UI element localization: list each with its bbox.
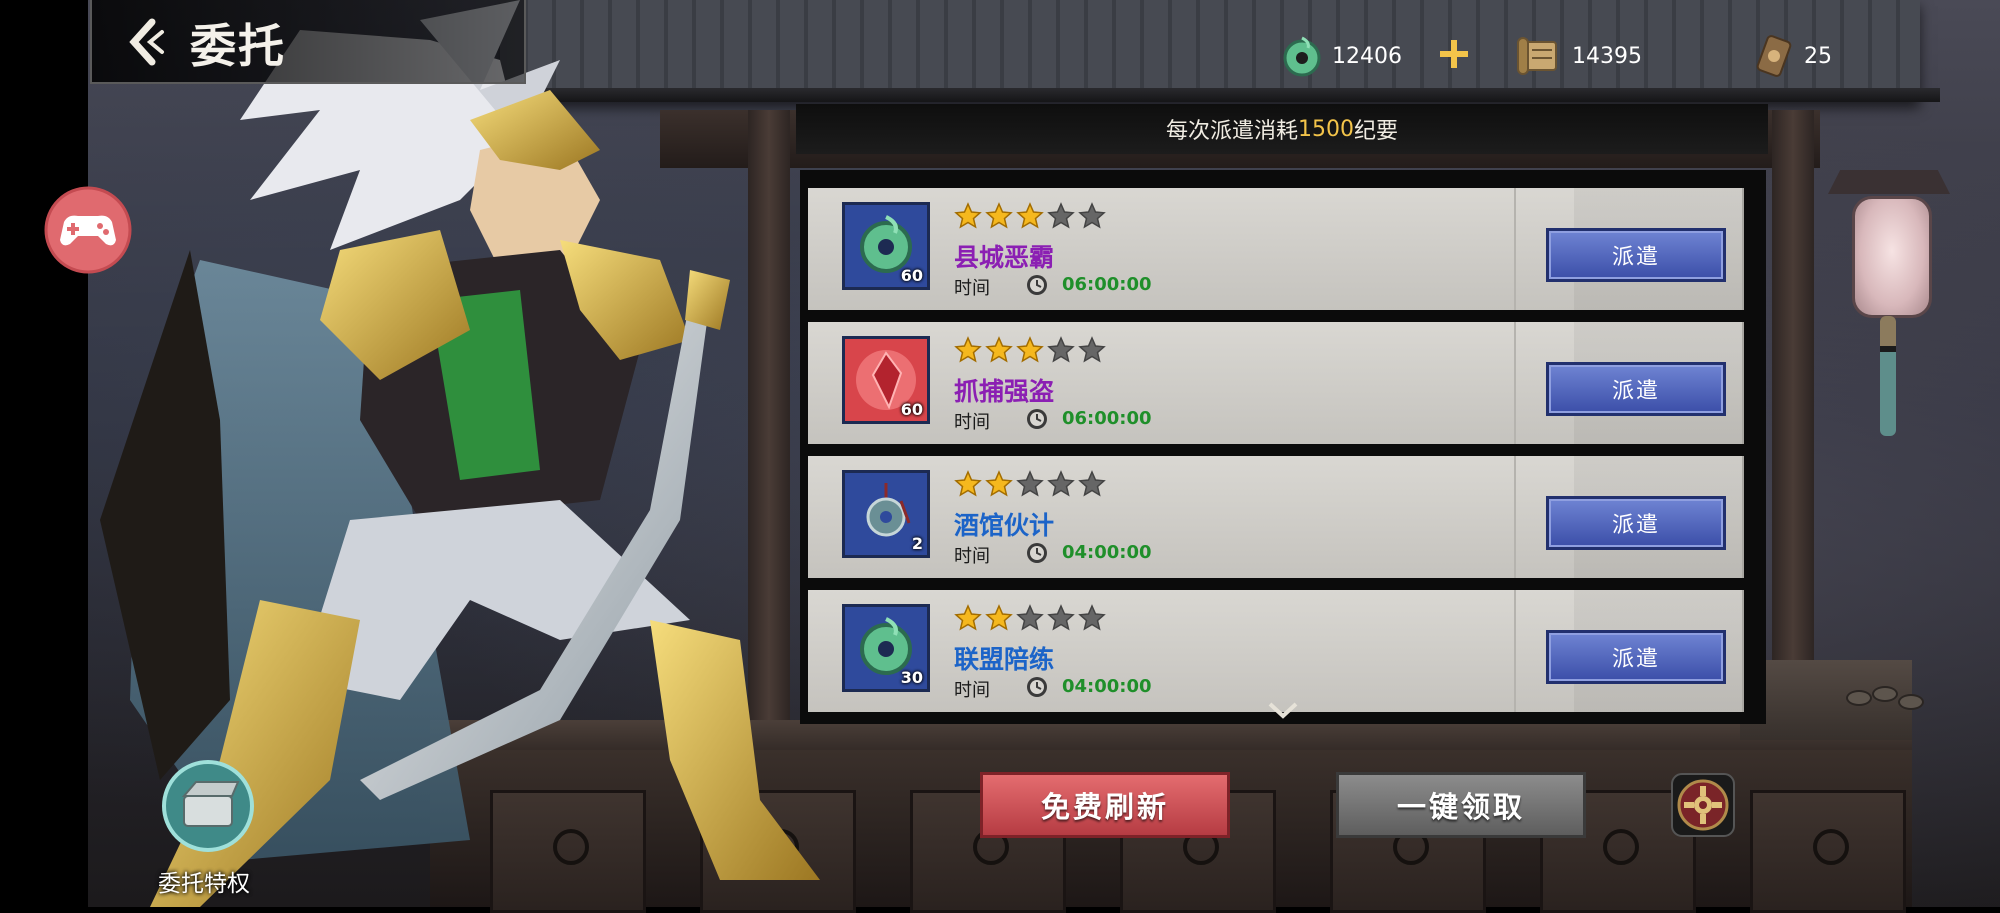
star-empty-icon <box>1047 470 1075 497</box>
lantern <box>1852 196 1932 318</box>
page-title: 委托 <box>190 19 286 73</box>
star-filled-icon <box>985 336 1013 363</box>
free-refresh-button[interactable]: 免费刷新 <box>980 772 1230 838</box>
currency-token: 25 <box>1752 34 1832 78</box>
duration-value: 04:00:00 <box>1062 676 1152 697</box>
star-filled-icon <box>1016 336 1044 363</box>
time-label: 时间 <box>954 680 990 701</box>
dispatch-button[interactable]: 派遣 <box>1546 496 1726 550</box>
quest-name: 酒馆伙计 <box>954 511 1055 540</box>
quest-row: 60 抓捕强盗时间 06:00:00 派遣 <box>808 322 1744 444</box>
row-divider <box>1514 456 1516 578</box>
difficulty-stars <box>954 336 1106 366</box>
dispatch-button[interactable]: 派遣 <box>1546 630 1726 684</box>
duration-value: 06:00:00 <box>1062 408 1152 429</box>
star-empty-icon <box>1016 604 1044 631</box>
dispatch-cost-banner: 每次派遣消耗 1500 纪要 <box>796 104 1768 154</box>
jade-coin-icon <box>1283 36 1321 77</box>
time-label: 时间 <box>954 412 990 433</box>
duration-value: 04:00:00 <box>1062 542 1152 563</box>
star-filled-icon <box>954 604 982 631</box>
scroll-amount: 14395 <box>1572 43 1642 69</box>
star-filled-icon <box>954 202 982 229</box>
quest-name: 县城恶霸 <box>954 243 1055 272</box>
time-label: 时间 <box>954 546 990 567</box>
hero-character-art <box>100 0 820 907</box>
star-filled-icon <box>954 336 982 363</box>
star-empty-icon <box>1047 202 1075 229</box>
privilege-label: 委托特权 <box>158 871 250 897</box>
cost-amount: 1500 <box>1298 116 1354 142</box>
clock-icon <box>1027 409 1047 429</box>
reward-count: 60 <box>900 400 923 419</box>
row-divider <box>1514 590 1516 712</box>
reward-count: 2 <box>911 534 923 553</box>
star-empty-icon <box>1016 470 1044 497</box>
token-amount: 25 <box>1804 43 1832 69</box>
cost-suffix: 纪要 <box>1354 119 1399 144</box>
coin-decoration <box>1898 694 1924 710</box>
token-icon <box>1756 35 1792 77</box>
jade-coin-icon[interactable]: 60 <box>842 202 930 290</box>
currency-jade: 12406 <box>1280 34 1402 78</box>
jade-pendant-icon[interactable]: 2 <box>842 470 930 558</box>
reward-count: 30 <box>900 668 923 687</box>
gear-icon <box>1671 773 1735 837</box>
clock-icon <box>1027 275 1047 295</box>
cost-prefix: 每次派遣消耗 <box>1165 119 1298 144</box>
chevron-left-icon[interactable] <box>122 16 170 68</box>
quest-name: 联盟陪练 <box>954 645 1055 674</box>
star-empty-icon <box>1078 604 1106 631</box>
difficulty-stars <box>954 604 1106 634</box>
star-filled-icon <box>1016 202 1044 229</box>
lantern-roof <box>1828 170 1950 194</box>
row-divider <box>1514 188 1516 310</box>
quest-row: 2 酒馆伙计时间 04:00:00 派遣 <box>808 456 1744 578</box>
coin-decoration <box>1872 686 1898 702</box>
jade-coin-icon[interactable]: 30 <box>842 604 930 692</box>
clock-icon <box>1027 543 1047 563</box>
star-filled-icon <box>985 604 1013 631</box>
time-label: 时间 <box>954 278 990 299</box>
star-empty-icon <box>1047 336 1075 363</box>
currency-scroll: 14395 <box>1514 34 1642 78</box>
red-crystal-icon[interactable]: 60 <box>842 336 930 424</box>
jade-amount: 12406 <box>1332 43 1402 69</box>
settings-button[interactable] <box>1670 772 1736 838</box>
star-filled-icon <box>985 470 1013 497</box>
star-empty-icon <box>1047 604 1075 631</box>
add-currency-button[interactable] <box>1438 38 1470 70</box>
collect-all-button[interactable]: 一键领取 <box>1336 772 1586 838</box>
dispatch-button[interactable]: 派遣 <box>1546 362 1726 416</box>
reward-count: 60 <box>900 266 923 285</box>
star-empty-icon <box>1078 336 1106 363</box>
lantern-tassel <box>1880 316 1896 436</box>
cabinet-drawer <box>1750 790 1906 913</box>
quest-row: 60 县城恶霸时间 06:00:00 派遣 <box>808 188 1744 310</box>
scroll-icon <box>1517 37 1557 75</box>
coin-decoration <box>1846 690 1872 706</box>
gamepad-icon <box>44 186 132 274</box>
dispatch-button[interactable]: 派遣 <box>1546 228 1726 282</box>
chest-icon <box>162 760 254 852</box>
star-filled-icon <box>954 470 982 497</box>
star-empty-icon <box>1078 470 1106 497</box>
quest-row: 30 联盟陪练时间 04:00:00 派遣 <box>808 590 1744 712</box>
right-pillar <box>1772 110 1814 730</box>
clock-icon <box>1027 677 1047 697</box>
quest-name: 抓捕强盗 <box>954 377 1055 406</box>
floating-gamepad-button[interactable] <box>44 186 132 274</box>
star-filled-icon <box>985 202 1013 229</box>
difficulty-stars <box>954 202 1106 232</box>
star-empty-icon <box>1078 202 1106 229</box>
difficulty-stars <box>954 470 1106 500</box>
plus-icon <box>1440 40 1468 68</box>
duration-value: 06:00:00 <box>1062 274 1152 295</box>
row-divider <box>1514 322 1516 444</box>
chevron-down-icon[interactable] <box>1266 700 1300 722</box>
privilege-button[interactable] <box>160 758 256 854</box>
